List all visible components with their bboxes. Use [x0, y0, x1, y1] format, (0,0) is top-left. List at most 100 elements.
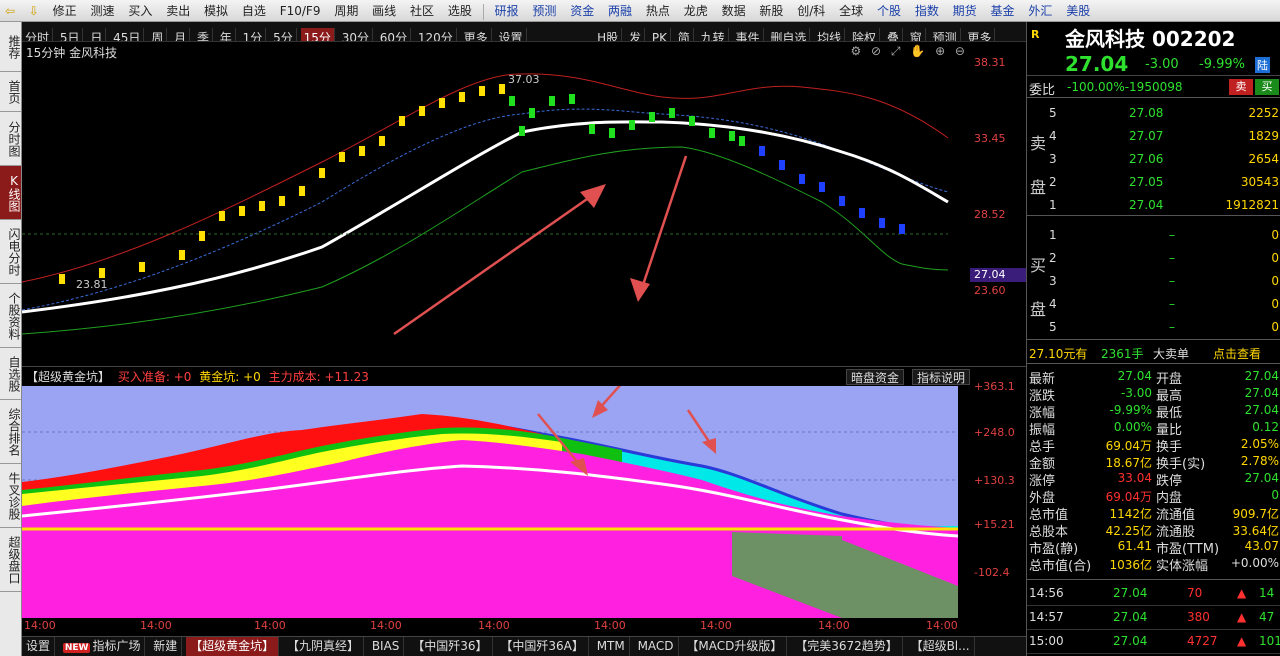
menu-item-stock[interactable]: 个股 [872, 0, 906, 21]
period-tab[interactable]: 月 [171, 28, 191, 41]
menu-item[interactable]: 买入 [123, 0, 157, 21]
menu-item-us[interactable]: 美股 [1061, 0, 1095, 21]
period-tab[interactable]: 设置 [495, 28, 527, 41]
tab-indicator[interactable]: 【超级Bl... [907, 637, 975, 656]
kline-canvas[interactable]: 37.03 23.81 [22, 42, 968, 366]
bid-row[interactable]: 3 – 0 [1049, 270, 1280, 293]
menu-item[interactable]: F10/F9 [275, 0, 326, 21]
sidebar-item-kline[interactable]: K线图 [0, 166, 21, 220]
tab-bias[interactable]: BIAS [368, 637, 405, 656]
sidebar-item-recommend[interactable]: 推荐 [0, 22, 21, 72]
tab-mtm[interactable]: MTM [593, 637, 630, 656]
ask-row[interactable]: 4 27.07 1829 [1049, 125, 1280, 148]
period-tab[interactable]: 季 [194, 28, 213, 41]
toolbar-button[interactable]: 窗 [907, 28, 926, 41]
ask-row[interactable]: 3 27.06 2654 [1049, 148, 1280, 171]
menu-item-forecast[interactable]: 预测 [527, 0, 561, 21]
tab-indicator[interactable]: 【九阴真经】 [283, 637, 364, 656]
forward-icon[interactable]: ⇩ [24, 0, 44, 21]
period-tab-active[interactable]: 15分 [300, 28, 335, 41]
menu-item[interactable]: 周期 [329, 0, 363, 21]
back-icon[interactable]: ⇦ [0, 0, 20, 21]
buy-button[interactable]: 买 [1255, 79, 1279, 95]
tab-indicator[interactable]: 【完美3672趋势】 [791, 637, 903, 656]
menu-item-report[interactable]: 研报 [490, 0, 524, 21]
bid-row[interactable]: 2 – 0 [1049, 247, 1280, 270]
menu-item-data[interactable]: 数据 [717, 0, 751, 21]
toolbar-button[interactable]: H股 [594, 28, 623, 41]
period-tab[interactable]: 45日 [110, 28, 145, 41]
toolbar-button[interactable]: 简 [675, 28, 694, 41]
big-order-row[interactable]: 27.10元有 2361手 大卖单 点击查看 [1027, 342, 1280, 364]
period-tab[interactable]: 更多 [461, 28, 492, 41]
tab-settings[interactable]: 设置 [22, 637, 56, 656]
menu-item-funds[interactable]: 基金 [986, 0, 1020, 21]
menu-item-hot[interactable]: 热点 [641, 0, 675, 21]
toolbar-button[interactable]: 均线 [814, 28, 846, 41]
period-tab[interactable]: 1分 [240, 28, 267, 41]
menu-item[interactable]: 选股 [443, 0, 477, 21]
period-tab[interactable]: 周 [148, 28, 168, 41]
tab-new[interactable]: 新建 [149, 637, 183, 656]
toolbar-button[interactable]: 叠 [884, 28, 903, 41]
toolbar-button[interactable]: 更多 [964, 28, 996, 41]
sidebar-item-home[interactable]: 首页 [0, 72, 21, 112]
bid-row[interactable]: 4 – 0 [1049, 293, 1280, 316]
toolbar-button[interactable]: 发 [626, 28, 646, 41]
sidebar-item-ranking[interactable]: 综合排名 [0, 400, 21, 464]
menu-item-index[interactable]: 指数 [910, 0, 944, 21]
kline-chart[interactable]: 37.03 23.81 15分钟 金风科技 ⚙ ⊘ ⤢ ✋ ⊕ ⊖ 38.31 … [22, 42, 1026, 366]
sidebar-item-flash[interactable]: 闪电分时 [0, 220, 21, 284]
tab-indicator[interactable]: 【中国歼36A】 [496, 637, 589, 656]
chart-tool-icons[interactable]: ⚙ ⊘ ⤢ ✋ ⊕ ⊖ [850, 44, 968, 59]
period-tab[interactable]: 年 [217, 28, 236, 41]
menu-item[interactable]: 社区 [405, 0, 439, 21]
menu-item[interactable]: 模拟 [199, 0, 233, 21]
menu-item[interactable]: 测速 [86, 0, 120, 21]
big-order-link[interactable]: 点击查看 [1213, 345, 1261, 362]
sidebar-item-profile[interactable]: 个股资料 [0, 284, 21, 348]
menu-item-dragon[interactable]: 龙虎 [679, 0, 713, 21]
menu-item-chuangke[interactable]: 创/科 [792, 0, 830, 21]
tab-indicator[interactable]: 【中国歼36】 [408, 637, 493, 656]
sidebar-item-watchlist[interactable]: 自选股 [0, 348, 21, 400]
period-tab[interactable]: 120分 [415, 28, 457, 41]
toolbar-button[interactable]: 除权 [849, 28, 881, 41]
period-tab[interactable]: 5日 [57, 28, 84, 41]
tab-indicator[interactable]: 【MACD升级版】 [682, 637, 788, 656]
menu-item[interactable]: 卖出 [161, 0, 195, 21]
tab-golden-pit[interactable]: 【超级黄金坑】 [186, 637, 280, 656]
toolbar-button[interactable]: 预测 [930, 28, 961, 41]
ask-row[interactable]: 1 27.04 1912821 [1049, 194, 1280, 217]
menu-item-fund[interactable]: 资金 [565, 0, 599, 21]
menu-item[interactable]: 修正 [48, 0, 82, 21]
toolbar-button[interactable]: PK [649, 28, 671, 41]
ask-row[interactable]: 5 27.08 2252 [1049, 102, 1280, 125]
tab-macd[interactable]: MACD [634, 637, 679, 656]
sidebar-item-diagnose[interactable]: 牛叉诊股 [0, 464, 21, 528]
sidebar-item-timeshare[interactable]: 分时图 [0, 112, 21, 166]
bid-row[interactable]: 1 – 0 [1049, 224, 1280, 247]
sell-button[interactable]: 卖 [1229, 79, 1253, 95]
period-tab[interactable]: 30分 [339, 28, 373, 41]
period-tab[interactable]: 分时 [22, 28, 54, 41]
dark-fund-button[interactable]: 暗盘资金 [846, 369, 905, 385]
menu-item-forex[interactable]: 外汇 [1023, 0, 1057, 21]
toolbar-button[interactable]: 删自选 [767, 28, 811, 41]
toolbar-button[interactable]: 事件 [732, 28, 764, 41]
ask-row[interactable]: 2 27.05 30543 [1049, 171, 1280, 194]
menu-item[interactable]: 自选 [237, 0, 271, 21]
indicator-help-button[interactable]: 指标说明 [912, 369, 971, 385]
tab-indicator-plaza[interactable]: NEW 指标广场 [59, 637, 146, 656]
period-tab[interactable]: 日 [87, 28, 107, 41]
menu-item[interactable]: 画线 [367, 0, 401, 21]
menu-item-global[interactable]: 全球 [834, 0, 868, 21]
period-tab[interactable]: 60分 [377, 28, 412, 41]
sidebar-item-orderbook[interactable]: 超级盘口 [0, 528, 21, 592]
menu-item-futures[interactable]: 期货 [948, 0, 982, 21]
toolbar-button[interactable]: 九转 [698, 28, 729, 41]
period-tab[interactable]: 5分 [270, 28, 297, 41]
indicator-chart[interactable] [21, 299, 959, 618]
menu-item-margin[interactable]: 两融 [603, 0, 637, 21]
bid-row[interactable]: 5 – 0 [1049, 316, 1280, 339]
